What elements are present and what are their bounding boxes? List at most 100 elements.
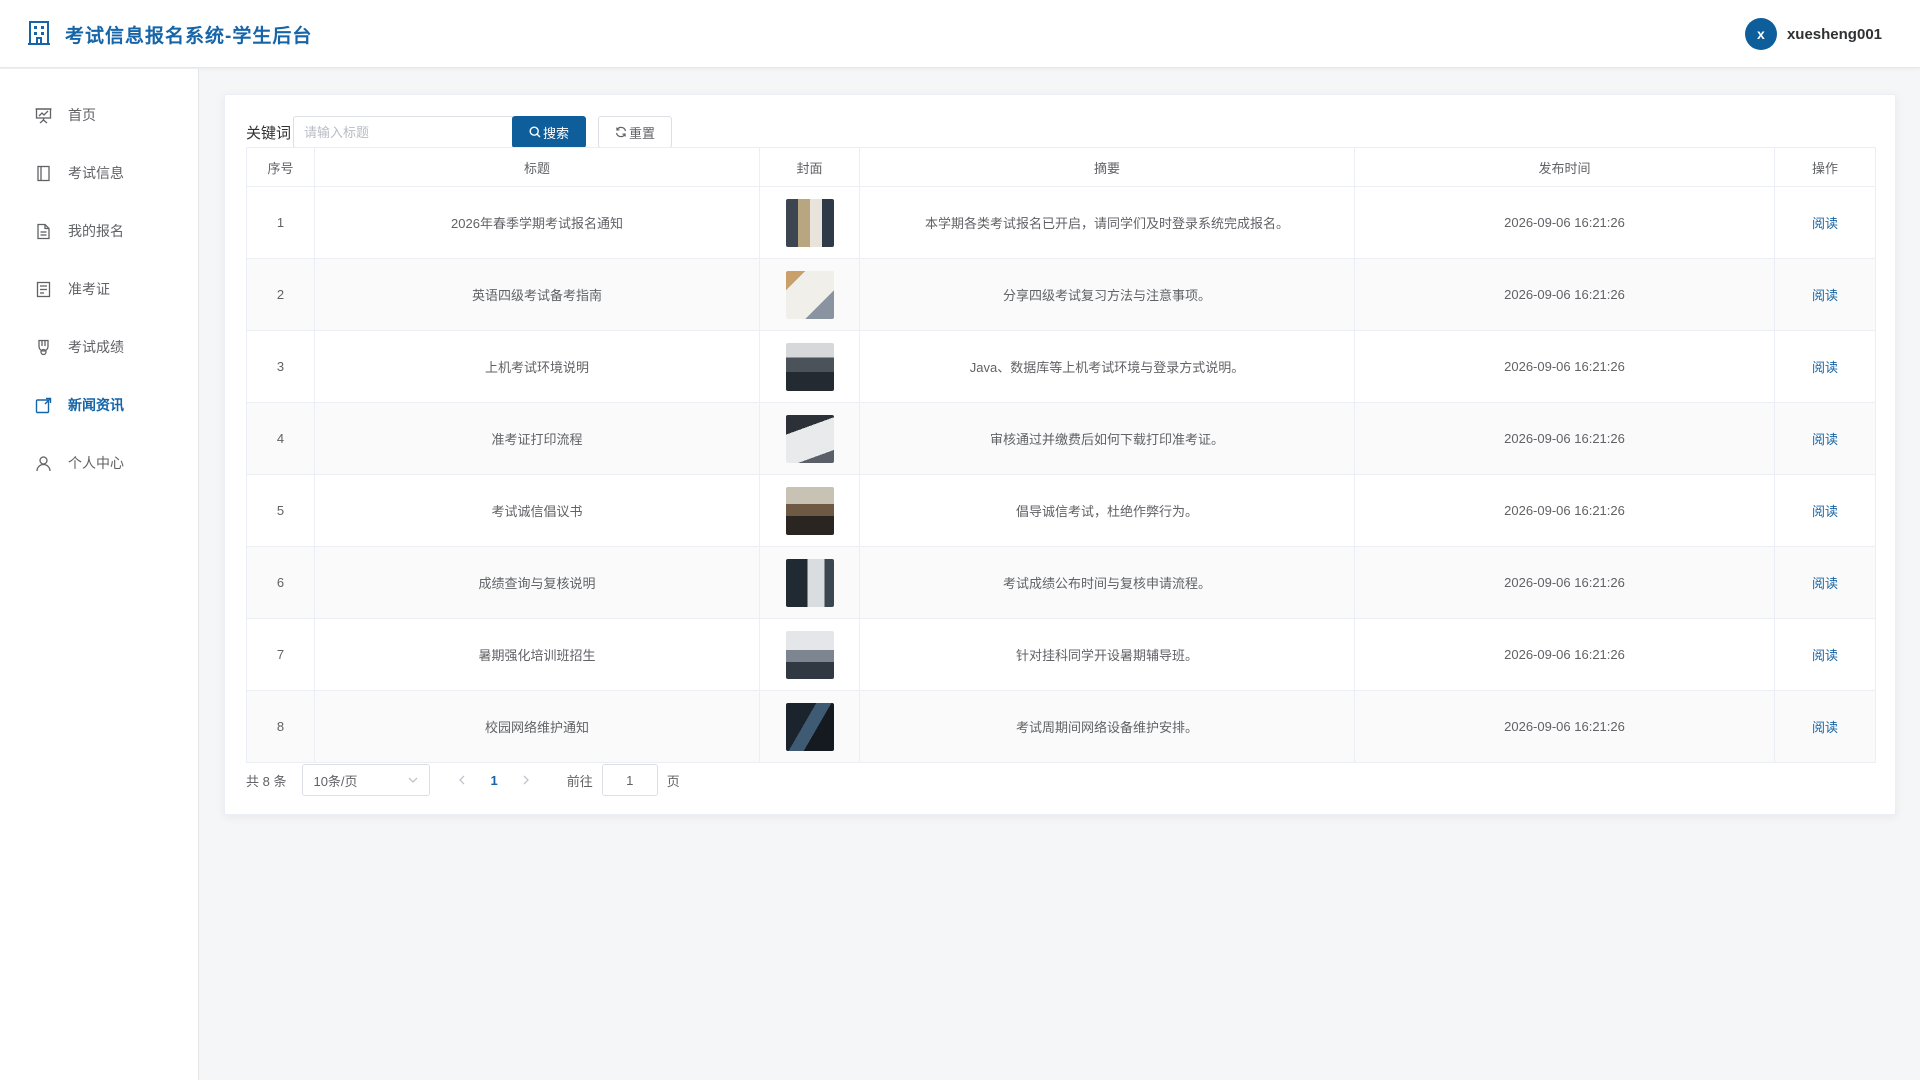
table-row: 7 暑期强化培训班招生 针对挂科同学开设暑期辅导班。 2026-09-06 16…: [246, 618, 1876, 691]
read-link[interactable]: 阅读: [1812, 648, 1838, 663]
table-row: 4 准考证打印流程 审核通过并缴费后如何下载打印准考证。 2026-09-06 …: [246, 402, 1876, 475]
sidebar-item-label: 首页: [68, 107, 96, 123]
search-icon: [529, 126, 541, 138]
cover-image: [785, 702, 834, 751]
refresh-icon: [615, 126, 627, 138]
search-button[interactable]: 搜索: [512, 116, 587, 148]
news-card: 关键词 搜索 重置 序号 标题 封面 摘要 发布时间 操作 1: [224, 94, 1896, 815]
next-page-icon[interactable]: [520, 774, 532, 786]
row-index: 4: [246, 402, 315, 475]
sidebar: 首页 考试信息 我的报名 准考证 考试成绩 新闻资讯 个人中心: [0, 69, 199, 1080]
sidebar-item-label: 考试成绩: [68, 339, 124, 355]
page-size-select[interactable]: 10条/页: [302, 764, 431, 796]
cover-image: [785, 558, 834, 607]
sidebar-item-label: 准考证: [68, 281, 110, 297]
goto-label: 前往: [566, 773, 593, 789]
row-summary: 倡导诚信考试，杜绝作弊行为。: [859, 474, 1355, 547]
cover-image: [785, 630, 834, 679]
sidebar-item-profile[interactable]: 个人中心: [0, 434, 198, 492]
sidebar-item-label: 我的报名: [68, 223, 124, 239]
row-title: 2026年春季学期考试报名通知: [314, 186, 760, 259]
user-menu[interactable]: x xuesheng001: [1744, 18, 1882, 50]
app-title: 考试信息报名系统-学生后台: [65, 26, 313, 47]
cover-image: [785, 270, 834, 319]
row-summary: 分享四级考试复习方法与注意事项。: [859, 258, 1355, 331]
row-time: 2026-09-06 16:21:26: [1354, 618, 1775, 691]
row-summary: 本学期各类考试报名已开启，请同学们及时登录系统完成报名。: [859, 186, 1355, 259]
sidebar-item-news[interactable]: 新闻资讯: [0, 376, 198, 434]
row-index: 1: [246, 186, 315, 259]
goto-page-input[interactable]: [601, 764, 658, 796]
row-index: 8: [246, 690, 315, 763]
top-header: 考试信息报名系统-学生后台 x xuesheng001: [0, 0, 1920, 68]
row-title: 校园网络维护通知: [314, 690, 760, 763]
row-time: 2026-09-06 16:21:26: [1354, 186, 1775, 259]
news-table: 序号 标题 封面 摘要 发布时间 操作 1 2026年春季学期考试报名通知 本学…: [246, 147, 1876, 763]
sidebar-item-home[interactable]: 首页: [0, 86, 198, 144]
row-summary: Java、数据库等上机考试环境与登录方式说明。: [859, 330, 1355, 403]
prev-page-icon[interactable]: [456, 774, 468, 786]
row-title: 准考证打印流程: [314, 402, 760, 475]
row-index: 2: [246, 258, 315, 331]
cover-image: [785, 342, 834, 391]
search-bar: 关键词 搜索 重置: [246, 116, 673, 148]
row-title: 暑期强化培训班招生: [314, 618, 760, 691]
read-link[interactable]: 阅读: [1812, 360, 1838, 375]
row-time: 2026-09-06 16:21:26: [1354, 546, 1775, 619]
row-time: 2026-09-06 16:21:26: [1354, 690, 1775, 763]
table-row: 6 成绩查询与复核说明 考试成绩公布时间与复核申请流程。 2026-09-06 …: [246, 546, 1876, 619]
row-title: 考试诚信倡议书: [314, 474, 760, 547]
column-header-time: 发布时间: [1354, 147, 1775, 187]
presentation-icon: [35, 107, 52, 123]
table-row: 3 上机考试环境说明 Java、数据库等上机考试环境与登录方式说明。 2026-…: [246, 330, 1876, 403]
keyword-label: 关键词: [246, 124, 292, 142]
cover-image: [785, 486, 834, 535]
avatar[interactable]: x: [1744, 18, 1777, 50]
sidebar-item-exam-scores[interactable]: 考试成绩: [0, 318, 198, 376]
sidebar-item-label: 考试信息: [68, 165, 124, 181]
column-header-cover: 封面: [759, 147, 860, 187]
row-index: 6: [246, 546, 315, 619]
table-header-row: 序号 标题 封面 摘要 发布时间 操作: [246, 147, 1876, 187]
row-index: 7: [246, 618, 315, 691]
read-link[interactable]: 阅读: [1812, 576, 1838, 591]
username[interactable]: xuesheng001: [1787, 26, 1882, 43]
cover-image: [785, 198, 834, 247]
column-header-index: 序号: [246, 147, 315, 187]
sidebar-item-label: 新闻资讯: [68, 397, 124, 413]
read-link[interactable]: 阅读: [1812, 720, 1838, 735]
row-time: 2026-09-06 16:21:26: [1354, 402, 1775, 475]
read-link[interactable]: 阅读: [1812, 432, 1838, 447]
row-time: 2026-09-06 16:21:26: [1354, 258, 1775, 331]
row-index: 3: [246, 330, 315, 403]
row-title: 上机考试环境说明: [314, 330, 760, 403]
total-count: 共 8 条: [246, 773, 287, 789]
sidebar-item-my-registration[interactable]: 我的报名: [0, 202, 198, 260]
user-icon: [36, 455, 51, 471]
read-link[interactable]: 阅读: [1812, 216, 1838, 231]
reset-button-label: 重置: [629, 125, 656, 141]
column-header-action: 操作: [1774, 147, 1876, 187]
row-index: 5: [246, 474, 315, 547]
page-unit-label: 页: [666, 773, 680, 789]
row-summary: 针对挂科同学开设暑期辅导班。: [859, 618, 1355, 691]
read-link[interactable]: 阅读: [1812, 288, 1838, 303]
sidebar-item-exam-info[interactable]: 考试信息: [0, 144, 198, 202]
keyword-input[interactable]: [293, 116, 514, 148]
reset-button[interactable]: 重置: [598, 116, 673, 148]
column-header-title: 标题: [314, 147, 760, 187]
brand: 考试信息报名系统-学生后台: [27, 20, 312, 49]
building-icon: [27, 20, 51, 49]
news-icon: [35, 397, 52, 413]
book-icon: [37, 165, 50, 181]
page-number-current[interactable]: 1: [490, 773, 497, 788]
read-link[interactable]: 阅读: [1812, 504, 1838, 519]
search-button-label: 搜索: [543, 125, 570, 141]
row-title: 成绩查询与复核说明: [314, 546, 760, 619]
sidebar-item-admission-ticket[interactable]: 准考证: [0, 260, 198, 318]
chevron-down-icon: [409, 777, 418, 783]
table-row: 8 校园网络维护通知 考试周期间网络设备维护安排。 2026-09-06 16:…: [246, 690, 1876, 763]
table-row: 2 英语四级考试备考指南 分享四级考试复习方法与注意事项。 2026-09-06…: [246, 258, 1876, 331]
medal-icon: [38, 339, 49, 355]
row-summary: 考试成绩公布时间与复核申请流程。: [859, 546, 1355, 619]
